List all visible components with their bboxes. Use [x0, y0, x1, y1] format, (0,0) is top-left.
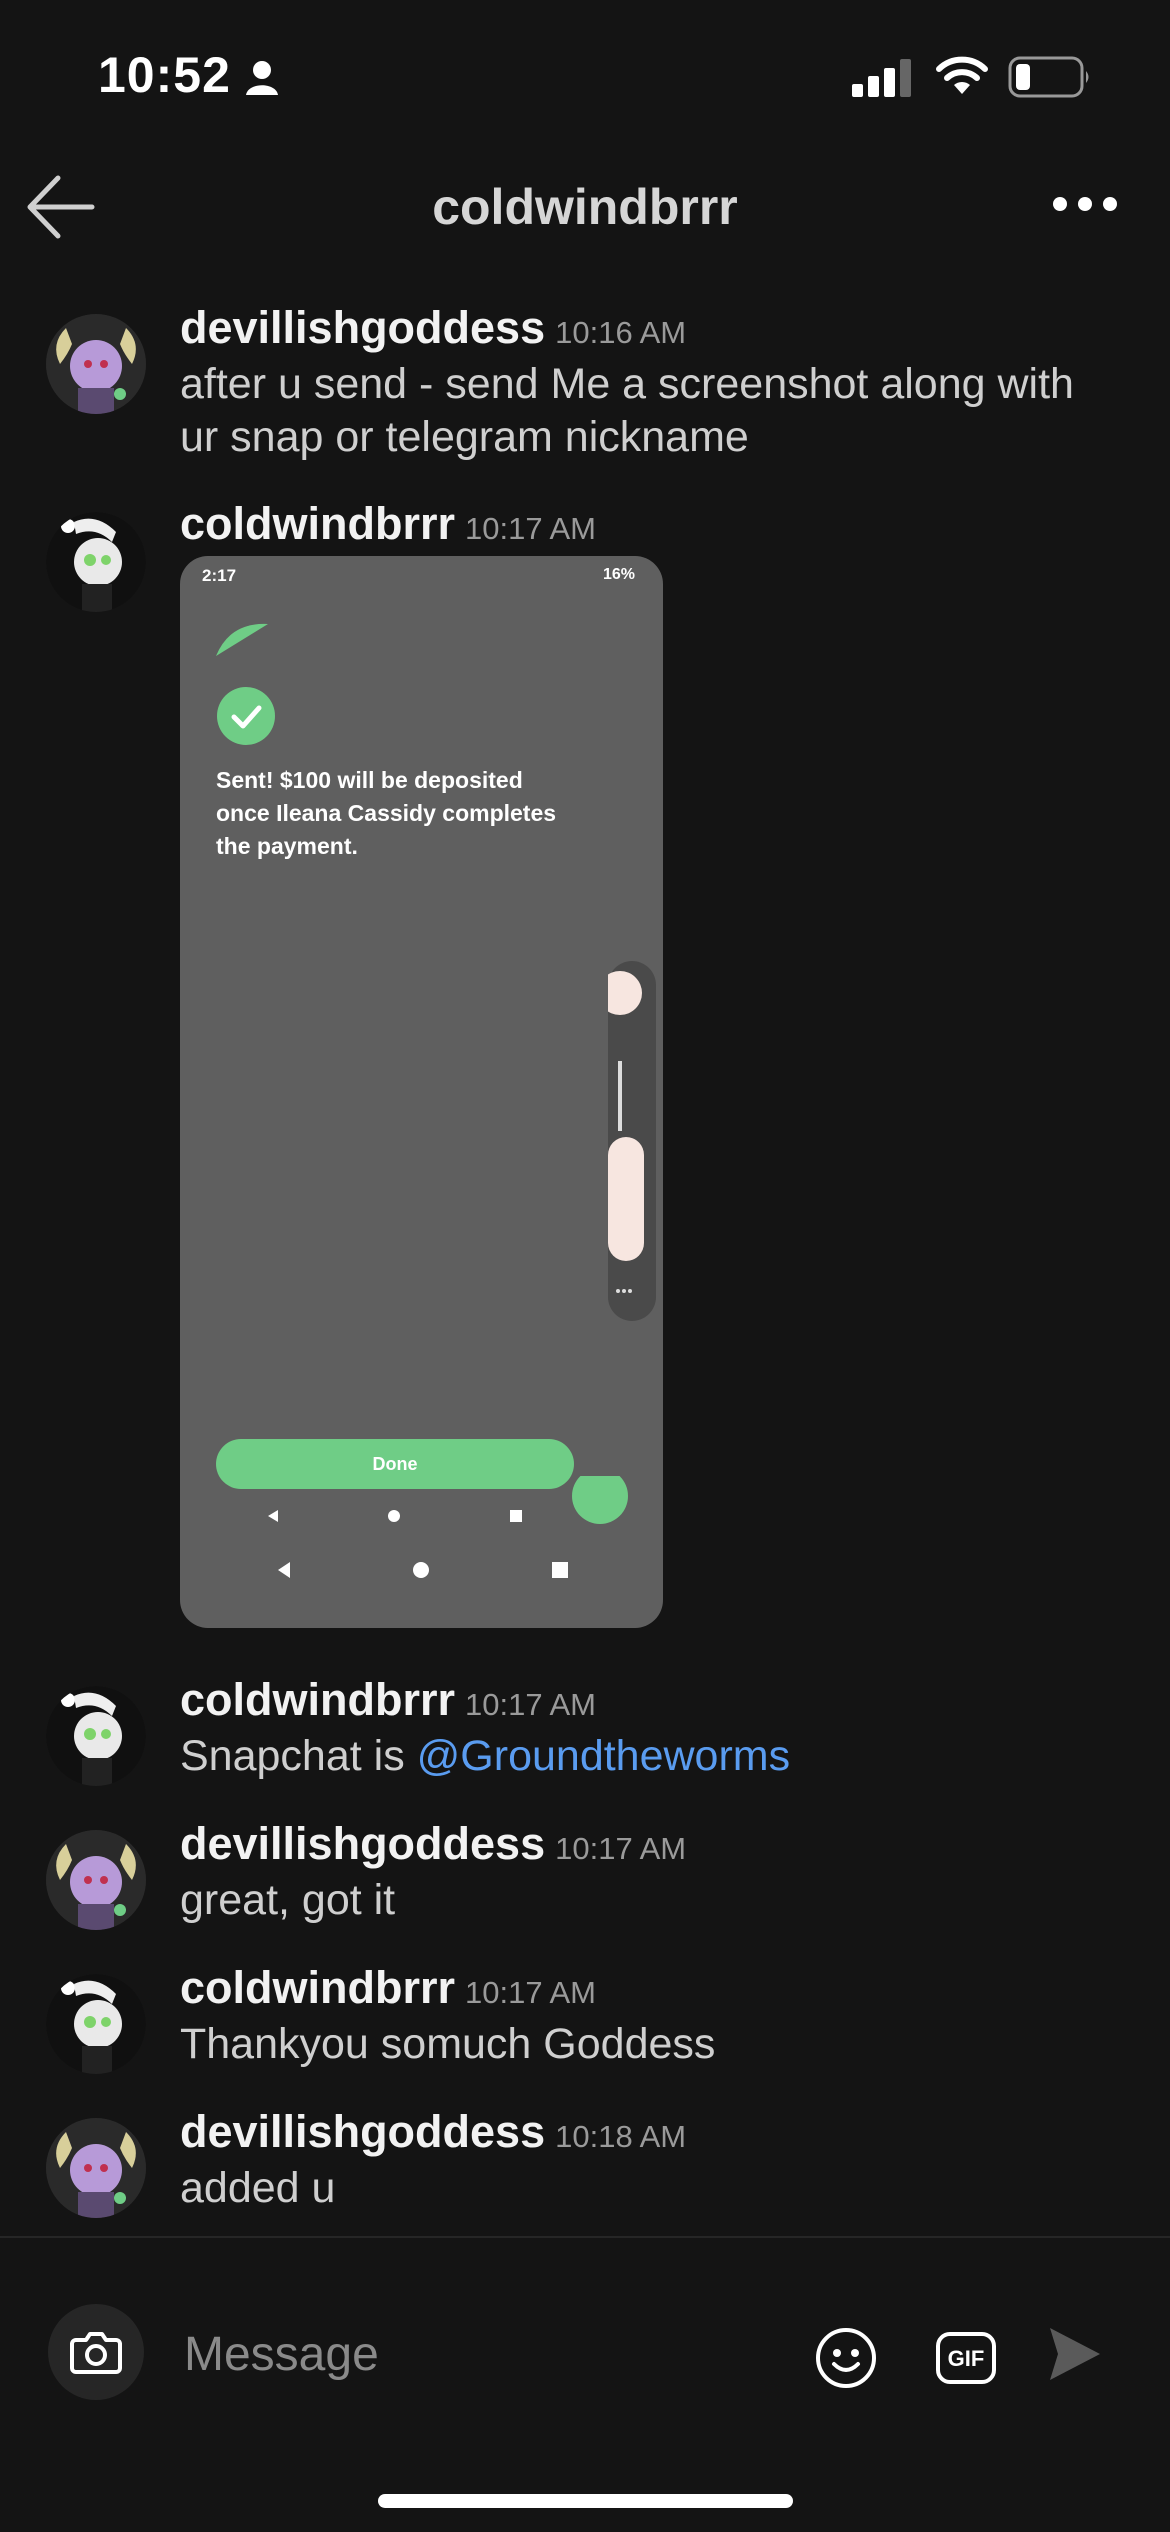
image-attachment[interactable]: 2:17 16% Sent! $100 will be deposited on… — [180, 556, 663, 1628]
attachment-nav-bar — [268, 1476, 628, 1578]
mention-link[interactable]: @Groundtheworms — [417, 1732, 790, 1780]
author-name[interactable]: coldwindbrrr — [180, 1674, 455, 1725]
chat-title: coldwindbrrr — [432, 179, 738, 235]
attachment-app-logo-icon — [216, 623, 268, 656]
camera-button[interactable] — [48, 2304, 144, 2400]
message-header: coldwindbrrr 10:17 AM — [180, 1674, 596, 1726]
attachment-message: Sent! $100 will be deposited once Ileana… — [216, 767, 557, 859]
battery-icon — [1008, 56, 1089, 98]
message-time: 10:18 AM — [555, 2119, 687, 2154]
message-time: 10:17 AM — [555, 1831, 687, 1866]
message-header: coldwindbrrr 10:17 AM — [180, 1962, 596, 2014]
author-name[interactable]: devillishgoddess — [180, 2106, 545, 2157]
person-icon — [246, 61, 278, 95]
attachment-battery-text: 16% — [602, 566, 635, 583]
avatar[interactable] — [46, 512, 146, 612]
wifi-icon — [936, 56, 988, 94]
chat-header: coldwindbrrr — [0, 160, 1170, 250]
more-options-icon[interactable] — [1050, 184, 1120, 224]
message-time: 10:17 AM — [465, 1975, 596, 2010]
volume-panel — [608, 961, 656, 1321]
avatar[interactable] — [46, 314, 146, 414]
home-indicator — [378, 2494, 793, 2508]
status-time: 10:52 — [98, 47, 231, 103]
message-text: Thankyou somuch Goddess — [180, 2020, 716, 2068]
composer: GIF — [0, 2236, 1170, 2438]
avatar[interactable] — [46, 1686, 146, 1786]
message-header: devillishgoddess 10:18 AM — [180, 2106, 686, 2158]
message-header: devillishgoddess 10:17 AM — [180, 1818, 686, 1870]
message-text: Snapchat is @Groundtheworms — [180, 1730, 1080, 1783]
emoji-icon[interactable] — [814, 2326, 878, 2390]
message-text-prefix: Snapchat is — [180, 1732, 417, 1780]
success-check-icon — [217, 687, 275, 745]
message-header: devillishgoddess 10:16 AM — [180, 302, 686, 354]
send-icon[interactable] — [1046, 2324, 1102, 2384]
attachment-status-time: 2:17 — [202, 566, 237, 585]
message-text: great, got it — [180, 1876, 396, 1924]
signal-icon — [852, 59, 911, 97]
message-time: 10:17 AM — [465, 511, 596, 546]
author-name[interactable]: devillishgoddess — [180, 302, 545, 353]
avatar[interactable] — [46, 2118, 146, 2218]
author-name[interactable]: devillishgoddess — [180, 1818, 545, 1869]
message-input[interactable] — [182, 2318, 786, 2390]
status-bar: 10:52 — [0, 0, 1170, 150]
author-name[interactable]: coldwindbrrr — [180, 498, 455, 549]
message-time: 10:16 AM — [555, 315, 687, 350]
message-text: after u send - send Me a screenshot alon… — [180, 360, 1074, 461]
gif-icon[interactable]: GIF — [934, 2326, 998, 2390]
message-time: 10:17 AM — [465, 1687, 596, 1722]
avatar[interactable] — [46, 1974, 146, 2074]
avatar[interactable] — [46, 1830, 146, 1930]
camera-icon — [70, 2332, 122, 2374]
author-name[interactable]: coldwindbrrr — [180, 1962, 455, 2013]
svg-text:GIF: GIF — [948, 2346, 985, 2371]
message-text: added u — [180, 2164, 336, 2212]
message-header: coldwindbrrr 10:17 AM — [180, 498, 596, 550]
